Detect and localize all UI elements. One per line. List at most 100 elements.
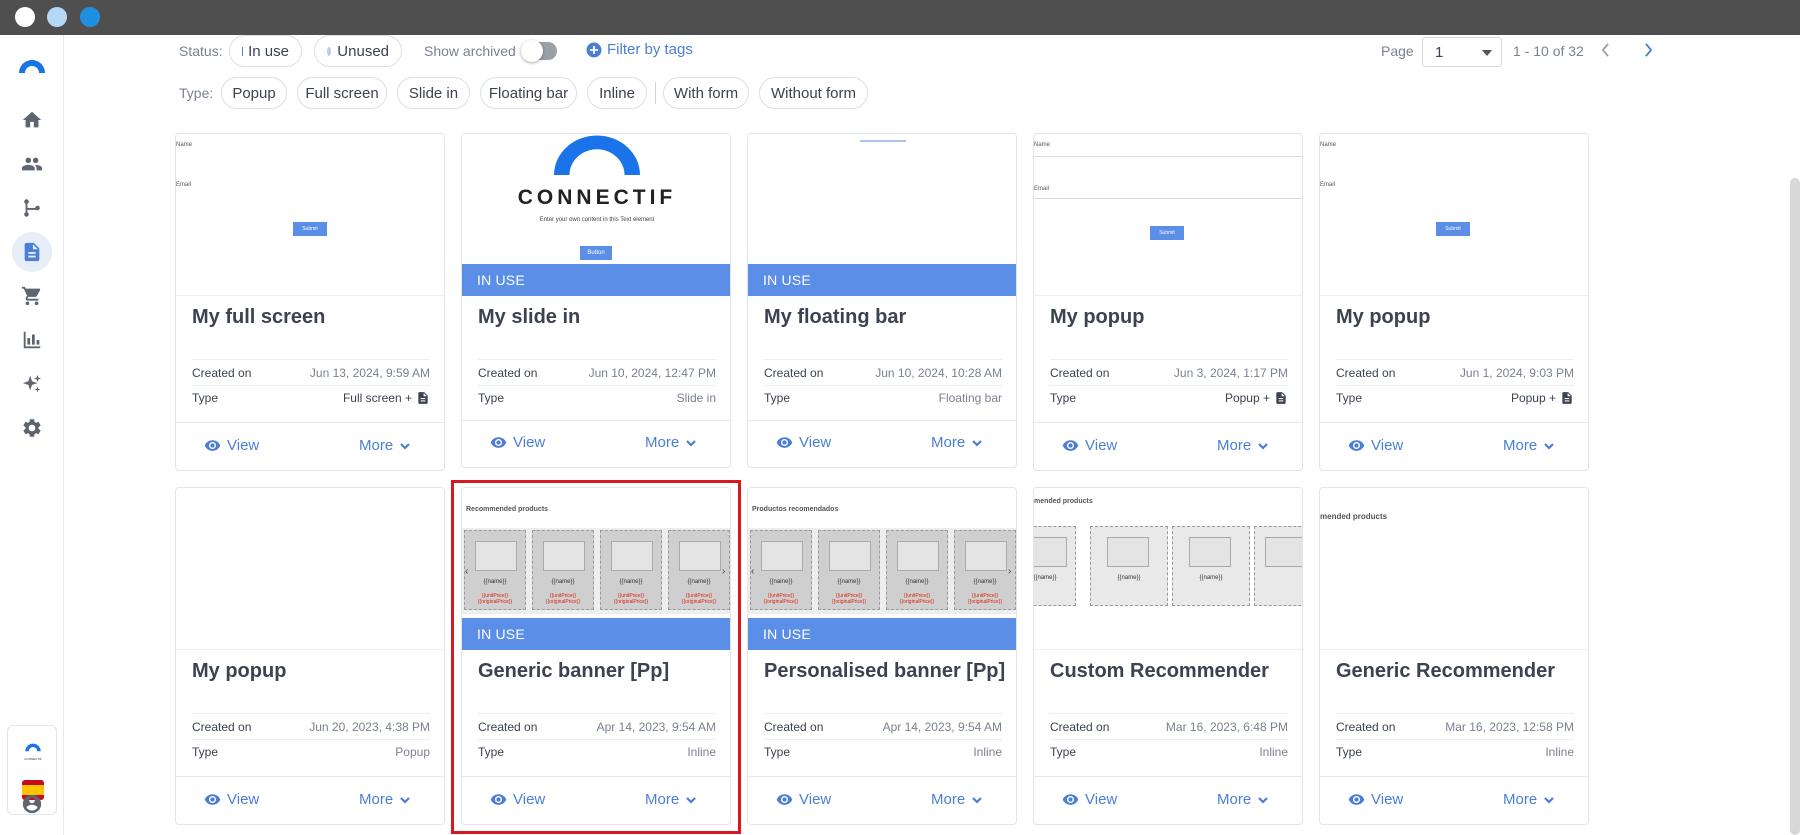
more-button[interactable]: More [1217, 791, 1269, 808]
created-label: Created on [192, 366, 252, 380]
chevron-down-icon [1482, 50, 1492, 56]
content-card[interactable]: Name Email Submit My full screen Created o… [175, 133, 445, 471]
type-label: Type [1336, 391, 1363, 405]
content-card[interactable]: CONNECTIF Enter your own content in this… [461, 133, 731, 468]
type-chip[interactable]: Full screen [297, 77, 387, 109]
filter-by-tags-link[interactable]: Filter by tags [586, 41, 693, 58]
status-in-use-chip[interactable]: In use [229, 35, 302, 67]
eye-icon [1062, 794, 1079, 805]
card-title: Personalised banner [Pp] [764, 660, 1006, 682]
view-button[interactable]: View [204, 437, 259, 454]
more-label: More [359, 437, 394, 454]
card-thumbnail[interactable]: Name Email Submit [1034, 134, 1302, 296]
more-button[interactable]: More [359, 791, 411, 808]
settings-icon[interactable] [12, 408, 52, 448]
more-button[interactable]: More [1503, 437, 1555, 454]
more-button[interactable]: More [359, 437, 411, 454]
content-card[interactable]: mended products Generic Recommender Crea… [1319, 487, 1589, 825]
window-maximize-dot[interactable] [80, 7, 100, 27]
created-row: Created on Jun 13, 2024, 9:59 AM [192, 366, 430, 380]
card-title: My floating bar [764, 306, 907, 328]
next-page-icon[interactable] [1644, 43, 1653, 57]
window-minimize-dot[interactable] [47, 7, 67, 27]
type-value: Popup [395, 745, 430, 759]
created-label: Created on [764, 366, 824, 380]
status-unused-dot [327, 46, 332, 56]
created-label: Created on [1336, 366, 1396, 380]
type-value: Slide in [676, 391, 716, 405]
more-label: More [645, 434, 680, 451]
content-card[interactable]: mended products {{name}} {{name}} {{name… [1033, 487, 1303, 825]
document-icon [1276, 392, 1286, 404]
more-label: More [931, 791, 966, 808]
view-button[interactable]: View [1348, 437, 1403, 454]
view-label: View [1085, 437, 1118, 454]
window-close-dot[interactable] [15, 7, 35, 27]
home-icon[interactable] [12, 100, 52, 140]
product-placeholder: {{name}} {{unitPrice}} {{originalPrice}} [750, 530, 812, 610]
created-value: Jun 20, 2023, 4:38 PM [309, 720, 430, 734]
type-chip[interactable]: Slide in [397, 77, 470, 109]
card-thumbnail[interactable] [176, 488, 444, 650]
type-chip[interactable]: Inline [587, 77, 647, 109]
card-thumbnail[interactable]: mended products {{name}} {{name}} {{name… [1034, 488, 1302, 650]
contacts-icon[interactable] [12, 144, 52, 184]
view-button[interactable]: View [776, 791, 831, 808]
content-card[interactable]: Productos recomendados {{name}} {{unitPri… [747, 487, 1017, 825]
more-label: More [1503, 791, 1538, 808]
content-card[interactable]: My popup Created on Jun 20, 2023, 4:38 P… [175, 487, 445, 825]
type-value: Popup + [1510, 391, 1556, 405]
ai-sparkle-icon[interactable] [12, 364, 52, 404]
type-chip[interactable]: Floating bar [480, 77, 577, 109]
more-button[interactable]: More [931, 791, 983, 808]
sidebar-logo-icon[interactable] [12, 45, 52, 85]
status-unused-chip[interactable]: Unused [314, 35, 402, 67]
created-label: Created on [478, 366, 538, 380]
page-select[interactable]: 1 [1422, 37, 1502, 67]
card-footer-divider [1320, 776, 1588, 777]
more-label: More [1217, 791, 1252, 808]
created-row: Created on Jun 3, 2024, 1:17 PM [1050, 366, 1288, 380]
more-button[interactable]: More [645, 434, 697, 451]
card-divider [1336, 713, 1574, 714]
form-type-chip[interactable]: With form [663, 77, 749, 109]
content-icon[interactable] [12, 232, 52, 272]
view-label: View [799, 791, 832, 808]
view-button[interactable]: View [1348, 791, 1403, 808]
status-label: Status: [179, 43, 223, 59]
card-thumbnail[interactable]: mended products [1320, 488, 1588, 650]
prev-page-icon[interactable] [1601, 43, 1610, 57]
card-thumbnail[interactable]: Name Email Submit [1320, 134, 1588, 296]
show-archived-toggle[interactable] [521, 40, 557, 62]
more-button[interactable]: More [931, 434, 983, 451]
card-footer-divider [1320, 422, 1588, 423]
card-footer-divider [462, 420, 730, 421]
eye-icon [204, 794, 221, 805]
card-thumbnail[interactable]: Name Email Submit [176, 134, 444, 296]
type-row: Type Inline [1050, 745, 1288, 759]
user-icon[interactable] [12, 784, 52, 824]
form-type-chip[interactable]: Without form [759, 77, 868, 109]
type-label: Type [764, 391, 791, 405]
view-button[interactable]: View [776, 434, 831, 451]
page-scrollbar[interactable] [1790, 178, 1800, 835]
workflow-icon[interactable] [12, 188, 52, 228]
content-card[interactable]: Name Email Submit My popup Created on Jun … [1033, 133, 1303, 471]
created-value: Mar 16, 2023, 12:58 PM [1445, 720, 1574, 734]
more-button[interactable]: More [1503, 791, 1555, 808]
view-label: View [1371, 437, 1404, 454]
brand-logo-icon[interactable]: CONNECTIF [21, 740, 45, 761]
content-card[interactable]: IN USE My floating bar Created on Jun 10… [747, 133, 1017, 468]
view-button[interactable]: View [1062, 437, 1117, 454]
view-button[interactable]: View [490, 434, 545, 451]
created-value: Jun 1, 2024, 9:03 PM [1459, 366, 1574, 380]
content-card[interactable]: Name Email Submit My popup Created on Jun … [1319, 133, 1589, 471]
type-chip[interactable]: Popup [221, 77, 287, 109]
view-button[interactable]: View [1062, 791, 1117, 808]
card-divider [1050, 359, 1288, 360]
reports-icon[interactable] [12, 320, 52, 360]
view-button[interactable]: View [204, 791, 259, 808]
more-button[interactable]: More [1217, 437, 1269, 454]
card-divider [764, 713, 1002, 714]
cart-icon[interactable] [12, 276, 52, 316]
